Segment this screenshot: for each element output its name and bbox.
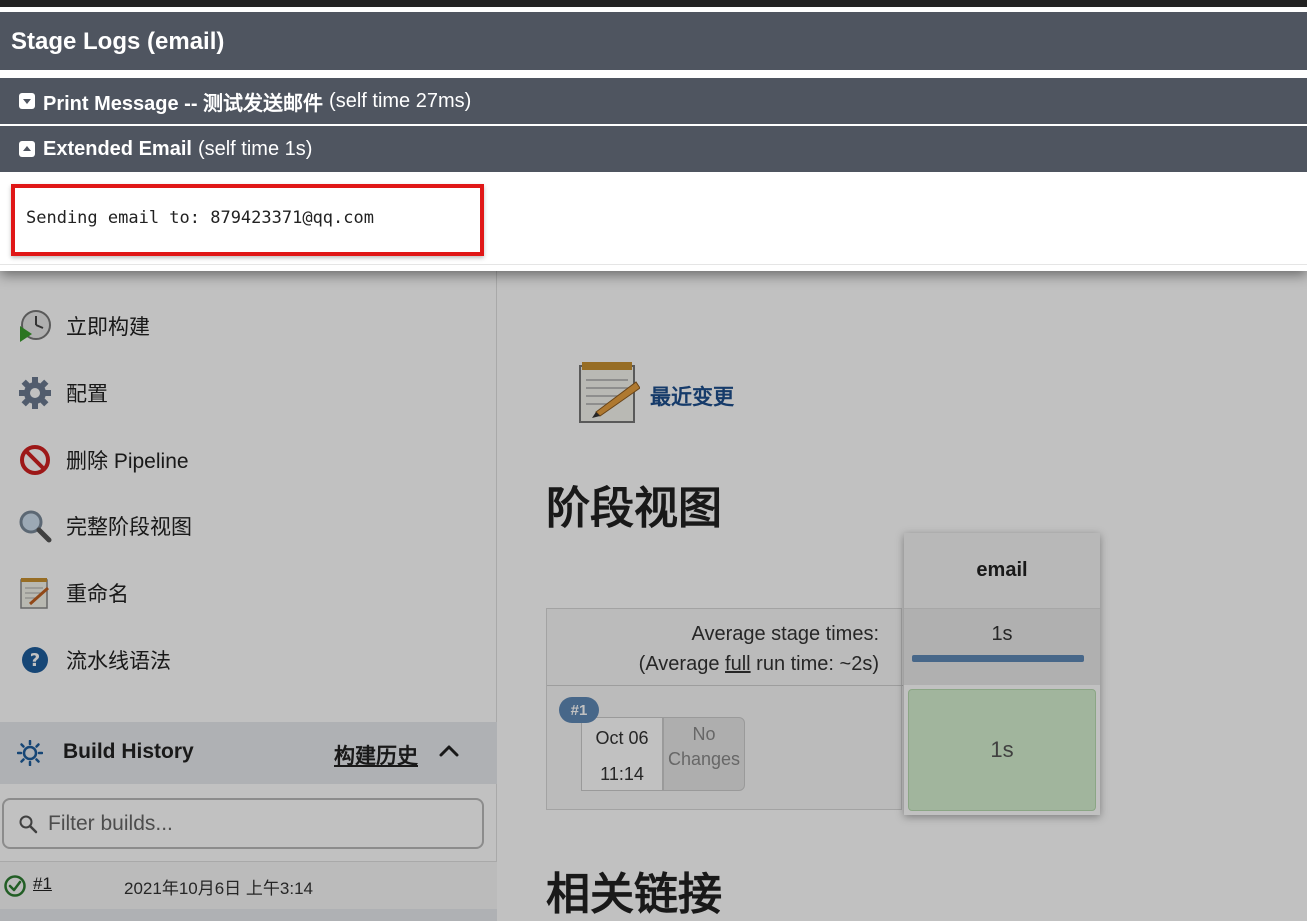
stage-logs-modal: Stage Logs (email) Print Message -- 测试发送… <box>0 0 1307 271</box>
caret-down-icon <box>18 92 36 110</box>
log-line: Sending email to: 879423371@qq.com <box>26 208 374 228</box>
log-section-time: (self time 1s) <box>197 137 313 160</box>
modal-top-border <box>0 0 1307 7</box>
caret-up-icon <box>18 140 36 158</box>
log-section-name: Print Message -- 测试发送邮件 <box>43 92 324 115</box>
log-section-extended-email[interactable]: Extended Email (self time 1s) <box>0 126 1307 172</box>
log-section-time: (self time 27ms) <box>329 89 472 112</box>
log-section-print-message[interactable]: Print Message -- 测试发送邮件 (self time 27ms) <box>0 78 1307 124</box>
log-section-name: Extended Email <box>43 137 192 160</box>
modal-title: Stage Logs (email) <box>0 12 1307 70</box>
